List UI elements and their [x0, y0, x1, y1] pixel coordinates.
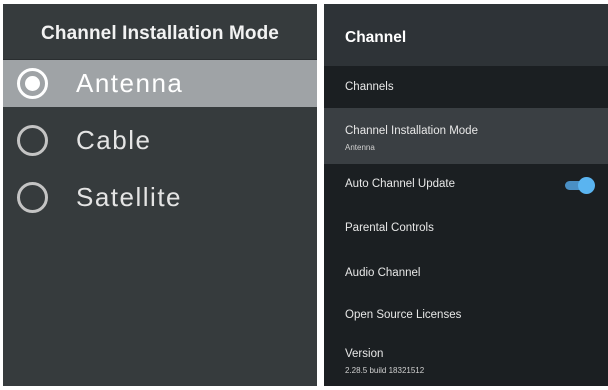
mode-option-label: Satellite [76, 182, 182, 212]
radio-selected-icon [16, 67, 49, 100]
menu-item-audio-channel[interactable]: Audio Channel [324, 248, 608, 290]
menu-item-label: Channel Installation Mode [345, 125, 478, 137]
installation-mode-panel: Channel Installation Mode Antenna Cable … [3, 4, 317, 386]
auto-channel-update-toggle[interactable] [565, 177, 595, 194]
menu-item-value: Antenna [345, 143, 375, 152]
menu-item-parental-controls[interactable]: Parental Controls [324, 206, 608, 248]
page-title: Channel [345, 29, 407, 46]
version-value: 2.28.5 build 18321512 [345, 366, 425, 375]
mode-option-satellite[interactable]: Satellite [3, 174, 317, 221]
toggle-knob [578, 177, 595, 194]
mode-option-antenna[interactable]: Antenna [3, 60, 317, 107]
mode-option-cable[interactable]: Cable [3, 117, 317, 164]
mode-option-label: Antenna [76, 68, 184, 98]
channel-settings-panel: Channel Channels Channel Installation Mo… [324, 4, 608, 386]
menu-item-auto-channel-update[interactable]: Auto Channel Update [324, 164, 608, 206]
installation-mode-title: Channel Installation Mode [41, 23, 279, 44]
menu-item-channel-installation-mode[interactable]: Channel Installation Mode Antenna [324, 108, 608, 164]
menu-item-label: Auto Channel Update [345, 178, 455, 190]
menu-item-open-source-licenses[interactable]: Open Source Licenses [324, 290, 608, 332]
mode-option-label: Cable [76, 125, 152, 155]
menu-item-version[interactable]: Version 2.28.5 build 18321512 [324, 332, 608, 386]
channel-header: Channel [324, 4, 608, 66]
menu-item-label: Channels [345, 81, 394, 93]
menu-item-label: Parental Controls [345, 222, 434, 234]
radio-unselected-icon [16, 181, 49, 214]
menu-item-label: Version [345, 348, 384, 360]
menu-item-channels[interactable]: Channels [324, 66, 608, 108]
menu-item-label: Audio Channel [345, 267, 421, 279]
radio-unselected-icon [16, 124, 49, 157]
menu-item-label: Open Source Licenses [345, 309, 462, 321]
